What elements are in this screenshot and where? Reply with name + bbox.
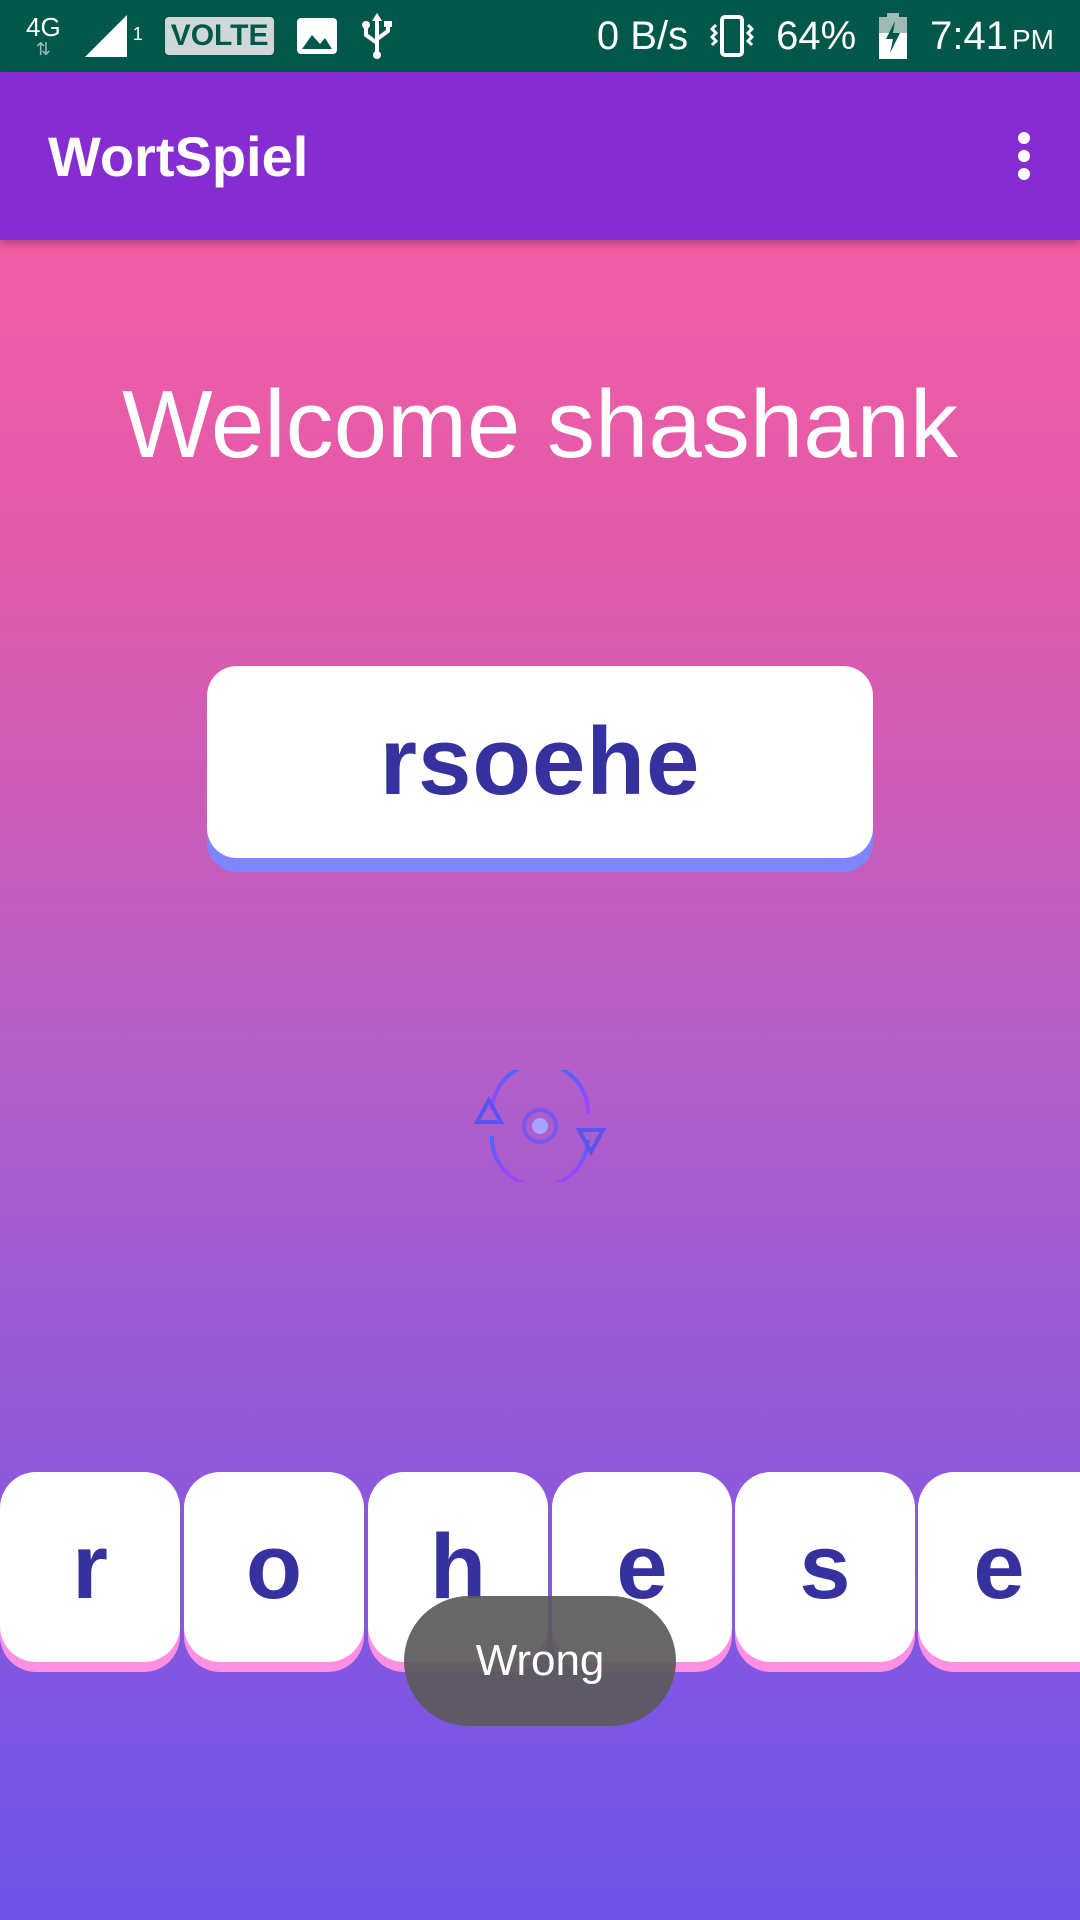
status-right: 0 B/s 64% 7:41 PM bbox=[597, 13, 1080, 59]
tile-letter: e bbox=[973, 1515, 1025, 1618]
status-bar: 4G ⇅ 1 VOLTE 0 B/s 64% 7:41 PM bbox=[0, 0, 1080, 72]
letter-tile[interactable]: s bbox=[735, 1472, 915, 1662]
more-vert-icon[interactable] bbox=[1004, 126, 1044, 186]
network-type-indicator: 4G ⇅ bbox=[26, 14, 61, 58]
menu-dot bbox=[1018, 168, 1030, 180]
tile-letter: s bbox=[799, 1515, 851, 1618]
welcome-message: Welcome shashank bbox=[122, 371, 958, 478]
tile-letter: o bbox=[245, 1515, 303, 1618]
sim-slot-label: 1 bbox=[132, 24, 143, 44]
volte-badge: VOLTE bbox=[164, 17, 275, 55]
clock-time: 7:41 bbox=[930, 13, 1008, 58]
refresh-icon[interactable] bbox=[472, 1070, 608, 1182]
scrambled-word-card: rsoehe bbox=[207, 666, 873, 858]
scrambled-word: rsoehe bbox=[379, 708, 701, 815]
battery-percent: 64% bbox=[776, 13, 857, 58]
clock-suffix: PM bbox=[1012, 23, 1054, 55]
app-bar: WortSpiel bbox=[0, 72, 1080, 240]
status-left: 4G ⇅ 1 VOLTE bbox=[0, 13, 394, 59]
letter-tile[interactable]: e bbox=[918, 1472, 1080, 1662]
battery-charging-icon bbox=[879, 13, 908, 59]
letter-tile[interactable]: o bbox=[184, 1472, 364, 1662]
signal-icon bbox=[84, 15, 127, 57]
vibrate-icon bbox=[710, 15, 755, 57]
menu-dot bbox=[1018, 150, 1030, 162]
data-arrows-icon: ⇅ bbox=[35, 39, 51, 59]
clock: 7:41 PM bbox=[930, 14, 1054, 59]
network-speed: 0 B/s bbox=[596, 13, 689, 58]
toast-message: Wrong bbox=[404, 1596, 676, 1726]
letter-tile[interactable]: r bbox=[0, 1472, 180, 1662]
tile-letter: r bbox=[72, 1515, 108, 1618]
game-screen: 4G ⇅ 1 VOLTE 0 B/s 64% 7:41 PM WortSpiel… bbox=[0, 0, 1080, 1920]
toast-text: Wrong bbox=[475, 1636, 605, 1685]
usb-icon bbox=[362, 13, 393, 59]
app-title: WortSpiel bbox=[48, 124, 309, 188]
image-notification-icon bbox=[297, 18, 338, 54]
network-type-label: 4G bbox=[26, 12, 61, 42]
menu-dot bbox=[1018, 132, 1030, 144]
